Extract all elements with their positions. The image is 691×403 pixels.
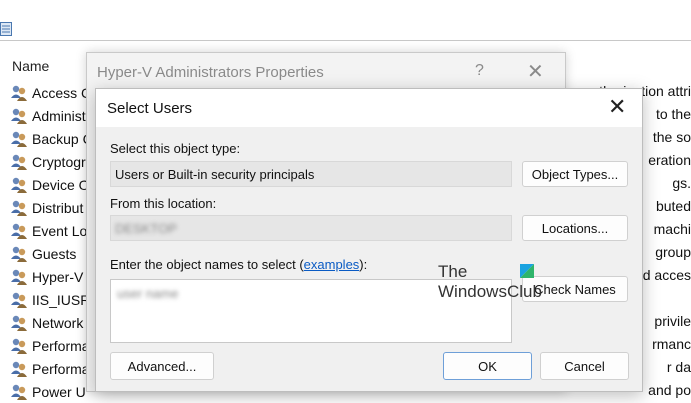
group-description: privile (654, 313, 691, 329)
group-name: Network (32, 314, 84, 331)
ok-button[interactable]: OK (443, 352, 532, 380)
list-item[interactable]: Event Lo (10, 219, 87, 242)
group-name: Power U (32, 383, 86, 400)
list-item[interactable]: Network (10, 311, 83, 334)
group-icon (11, 177, 27, 193)
object-type-value: Users or Built-in security principals (115, 166, 315, 182)
group-icon (11, 361, 27, 377)
examples-link[interactable]: examples (304, 257, 360, 272)
list-item[interactable]: Performa (10, 334, 90, 357)
group-description: group (655, 244, 691, 260)
object-names-label: Enter the object names to select (exampl… (110, 257, 367, 272)
group-icon (11, 269, 27, 285)
advanced-button[interactable]: Advanced... (110, 352, 214, 380)
close-icon[interactable]: ✕ (608, 94, 626, 120)
location-value: DESKTOP (115, 220, 177, 236)
watermark: The WindowsClub (438, 262, 542, 302)
group-description: to the (655, 106, 691, 122)
object-type-label: Select this object type: (110, 141, 241, 156)
location-field: DESKTOP (110, 215, 512, 241)
group-name: Distribut (32, 199, 84, 216)
group-name: Performa (32, 337, 90, 354)
properties-dialog-title: Hyper-V Administrators Properties (97, 64, 324, 81)
group-name: Device O (32, 176, 90, 193)
group-name: Cryptogr (32, 153, 86, 170)
group-description: gs. (672, 175, 691, 191)
list-item[interactable]: IIS_IUSR (10, 288, 90, 311)
list-item[interactable]: Performa (10, 357, 90, 380)
group-icon (11, 246, 27, 262)
group-icon (11, 154, 27, 170)
group-icon (11, 338, 27, 354)
list-item[interactable]: Power U (10, 380, 86, 403)
dialog-title: Select Users (107, 100, 193, 117)
object-names-label-suffix: ): (359, 257, 368, 272)
watermark-line1: The (438, 262, 468, 281)
name-column-header[interactable]: Name (12, 58, 49, 74)
list-item[interactable]: Device O (10, 173, 90, 196)
close-icon[interactable]: ✕ (527, 59, 544, 84)
group-description: the so (652, 129, 691, 145)
group-name: Access C (32, 84, 92, 101)
locations-button[interactable]: Locations... (522, 215, 628, 241)
group-icon (11, 384, 27, 400)
list-item[interactable]: Backup C (10, 127, 93, 150)
help-icon[interactable]: ? (475, 62, 484, 80)
group-description: eration (648, 152, 691, 168)
list-item[interactable]: Guests (10, 242, 76, 265)
group-icon (11, 200, 27, 216)
group-icon (11, 108, 27, 124)
group-name: Event Lo (32, 222, 88, 239)
cancel-button[interactable]: Cancel (540, 352, 629, 380)
group-name: Backup C (32, 130, 93, 147)
list-item[interactable]: Distribut (10, 196, 83, 219)
properties-icon[interactable] (0, 22, 12, 36)
object-names-label-prefix: Enter the object names to select ( (110, 257, 304, 272)
group-name: Guests (32, 245, 77, 262)
group-description: machi (653, 221, 691, 237)
windows-logo-icon (520, 264, 534, 278)
object-names-value: user name (117, 286, 179, 301)
group-icon (11, 131, 27, 147)
group-icon (11, 315, 27, 331)
location-label: From this location: (110, 196, 217, 211)
group-icon (11, 85, 27, 101)
group-description: buted (655, 198, 691, 214)
group-description: d acces (642, 267, 691, 283)
group-name: Administ (32, 107, 86, 124)
object-types-button[interactable]: Object Types... (522, 161, 628, 187)
group-name: IIS_IUSR (32, 291, 91, 308)
dialog-titlebar: Select Users ✕ (96, 89, 642, 127)
list-item[interactable]: Cryptogr (10, 150, 86, 173)
list-item[interactable]: Hyper-V (10, 265, 83, 288)
group-icon (11, 223, 27, 239)
group-name: Hyper-V (32, 268, 84, 285)
group-description: rmanc (652, 336, 691, 352)
watermark-line2: WindowsClub (438, 282, 542, 301)
group-description: r da (666, 359, 691, 375)
select-users-dialog: Select Users ✕ Select this object type: … (95, 88, 643, 392)
group-description: and po (648, 382, 691, 398)
list-item[interactable]: Access C (10, 81, 91, 104)
object-type-field: Users or Built-in security principals (110, 161, 512, 187)
group-icon (11, 292, 27, 308)
console-toolbar (0, 0, 691, 41)
group-name: Performa (32, 360, 90, 377)
list-item[interactable]: Administ (10, 104, 86, 127)
